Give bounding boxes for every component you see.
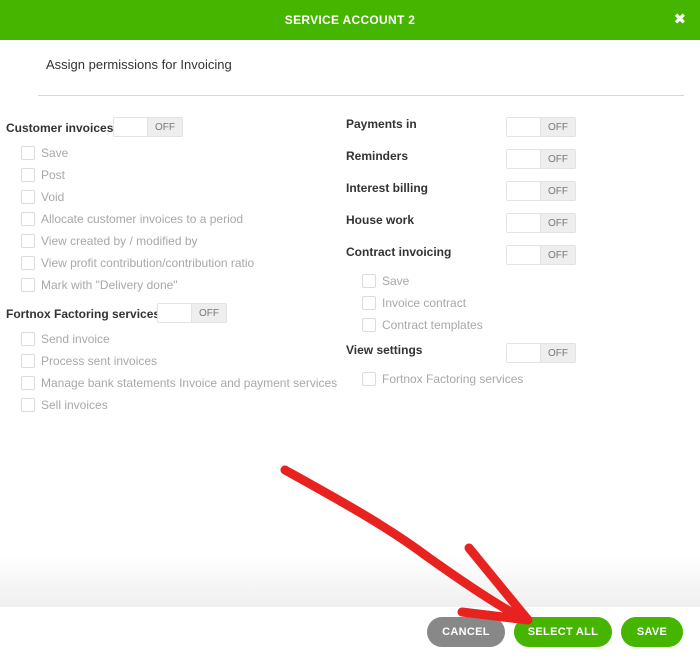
checkbox-box[interactable] <box>21 398 35 412</box>
checkbox-box[interactable] <box>21 354 35 368</box>
page-subtitle: Assign permissions for Invoicing <box>46 57 232 72</box>
checkbox-contract-templates[interactable]: Contract templates <box>362 317 483 333</box>
toggle-knob <box>507 150 542 168</box>
toggle-state-label: OFF <box>541 182 575 200</box>
section-title-view-settings: View settings <box>346 343 423 357</box>
toggle-interest-billing[interactable]: OFF <box>506 181 576 201</box>
footer-shade <box>0 555 700 607</box>
checkbox-label: View created by / modified by <box>41 234 198 248</box>
checkbox-box[interactable] <box>362 274 376 288</box>
checkbox-save[interactable]: Save <box>21 145 68 161</box>
section-title-factoring: Fortnox Factoring services <box>6 307 161 321</box>
checkbox-label: Save <box>382 274 410 288</box>
checkbox-label: Fortnox Factoring services <box>382 372 524 386</box>
section-title-house-work: House work <box>346 213 415 227</box>
checkbox-box[interactable] <box>21 376 35 390</box>
toggle-house-work[interactable]: OFF <box>506 213 576 233</box>
checkbox-label: Send invoice <box>41 332 110 346</box>
checkbox-allocate-period[interactable]: Allocate customer invoices to a period <box>21 211 243 227</box>
checkbox-label: View profit contribution/contribution ra… <box>41 256 255 270</box>
modal-title: SERVICE ACCOUNT 2 <box>284 13 416 27</box>
checkbox-post[interactable]: Post <box>21 167 65 183</box>
toggle-knob <box>507 214 542 232</box>
toggle-contract-invoicing[interactable]: OFF <box>506 245 576 265</box>
section-title-payments-in: Payments in <box>346 117 417 131</box>
close-icon[interactable]: ✖ <box>672 12 688 28</box>
checkbox-process-sent-invoices[interactable]: Process sent invoices <box>21 353 157 369</box>
checkbox-box[interactable] <box>362 372 376 386</box>
divider <box>38 95 684 96</box>
checkbox-label: Sell invoices <box>41 398 108 412</box>
checkbox-send-invoice[interactable]: Send invoice <box>21 331 110 347</box>
checkbox-mark-delivery-done[interactable]: Mark with "Delivery done" <box>21 277 178 293</box>
checkbox-label: Process sent invoices <box>41 354 158 368</box>
checkbox-box[interactable] <box>21 212 35 226</box>
checkbox-view-factoring-services[interactable]: Fortnox Factoring services <box>362 371 523 387</box>
toggle-state-label: OFF <box>541 344 575 362</box>
toggle-customer-invoices[interactable]: OFF <box>113 117 183 137</box>
checkbox-box[interactable] <box>21 168 35 182</box>
checkbox-label: Invoice contract <box>382 296 467 310</box>
toggle-knob <box>158 304 193 322</box>
checkbox-label: Allocate customer invoices to a period <box>41 212 244 226</box>
toggle-state-label: OFF <box>541 214 575 232</box>
annotation-arrow-shaft-thin <box>297 475 443 569</box>
checkbox-label: Save <box>41 146 69 160</box>
checkbox-void[interactable]: Void <box>21 189 64 205</box>
toggle-knob <box>507 344 542 362</box>
toggle-knob <box>114 118 149 136</box>
section-title-contract-invoicing: Contract invoicing <box>346 245 452 259</box>
toggle-view-settings[interactable]: OFF <box>506 343 576 363</box>
cancel-button[interactable]: CANCEL <box>427 617 505 647</box>
checkbox-box[interactable] <box>362 296 376 310</box>
modal-header: SERVICE ACCOUNT 2 ✖ <box>0 0 700 40</box>
checkbox-box[interactable] <box>21 234 35 248</box>
toggle-factoring[interactable]: OFF <box>157 303 227 323</box>
toggle-state-label: OFF <box>541 150 575 168</box>
section-title-customer-invoices: Customer invoices <box>6 121 114 135</box>
toggle-state-label: OFF <box>148 118 182 136</box>
checkbox-box[interactable] <box>21 146 35 160</box>
section-title-reminders: Reminders <box>346 149 409 163</box>
checkbox-contract-save[interactable]: Save <box>362 273 409 289</box>
toggle-knob <box>507 246 542 264</box>
section-title-interest-billing: Interest billing <box>346 181 429 195</box>
toggle-state-label: OFF <box>541 118 575 136</box>
checkbox-view-created-by[interactable]: View created by / modified by <box>21 233 198 249</box>
checkbox-invoice-contract[interactable]: Invoice contract <box>362 295 466 311</box>
checkbox-box[interactable] <box>21 190 35 204</box>
checkbox-label: Manage bank statements Invoice and payme… <box>41 376 338 390</box>
checkbox-label: Post <box>41 168 66 182</box>
checkbox-view-profit[interactable]: View profit contribution/contribution ra… <box>21 255 254 271</box>
checkbox-label: Mark with "Delivery done" <box>41 278 178 292</box>
toggle-reminders[interactable]: OFF <box>506 149 576 169</box>
toggle-state-label: OFF <box>192 304 226 322</box>
save-button[interactable]: SAVE <box>621 617 683 647</box>
checkbox-box[interactable] <box>21 332 35 346</box>
checkbox-label: Contract templates <box>382 318 483 332</box>
checkbox-box[interactable] <box>362 318 376 332</box>
checkbox-manage-bank-statements[interactable]: Manage bank statements Invoice and payme… <box>21 375 337 391</box>
checkbox-label: Void <box>41 190 65 204</box>
toggle-payments-in[interactable]: OFF <box>506 117 576 137</box>
select-all-button[interactable]: SELECT ALL <box>514 617 612 647</box>
checkbox-sell-invoices[interactable]: Sell invoices <box>21 397 108 413</box>
toggle-knob <box>507 118 542 136</box>
checkbox-box[interactable] <box>21 278 35 292</box>
toggle-knob <box>507 182 542 200</box>
toggle-state-label: OFF <box>541 246 575 264</box>
checkbox-box[interactable] <box>21 256 35 270</box>
